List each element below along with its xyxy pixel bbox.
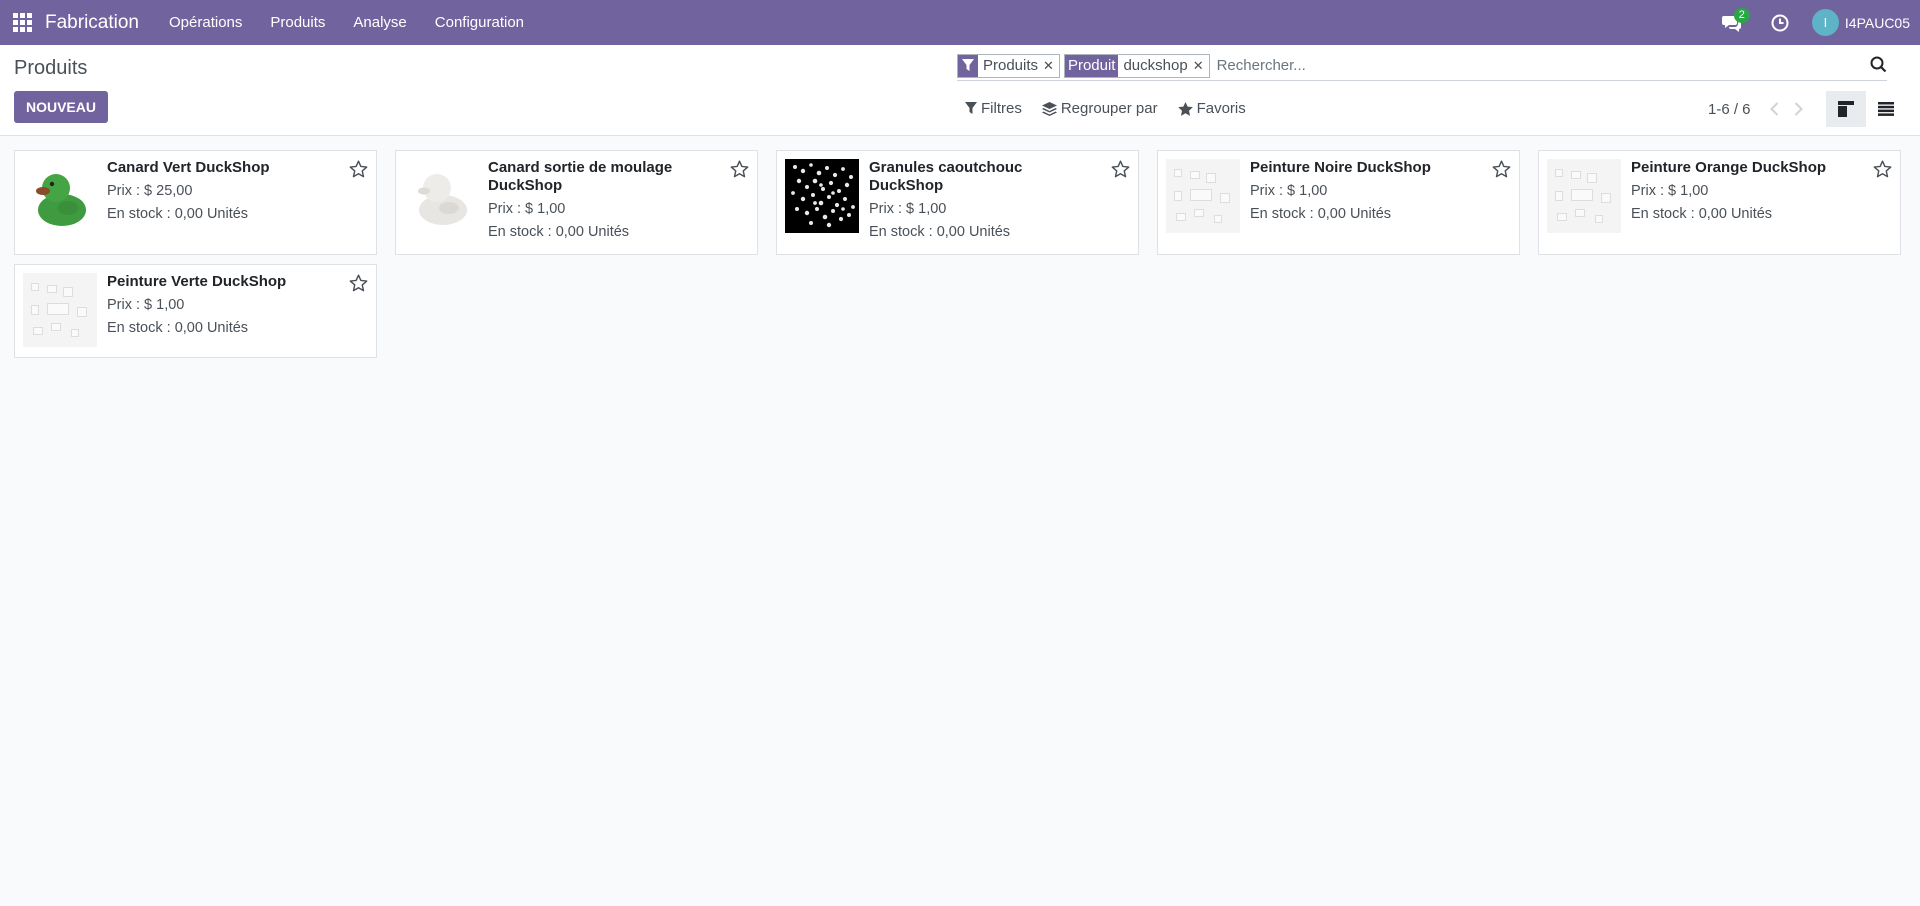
favorite-star-icon[interactable] [349, 160, 368, 182]
favorite-star-icon[interactable] [730, 160, 749, 182]
pager-value[interactable]: 1-6 / 6 [1708, 101, 1751, 118]
view-switcher [1826, 91, 1906, 127]
favorite-star-icon[interactable] [1492, 160, 1511, 182]
product-image-placeholder [23, 273, 97, 347]
group-by-button[interactable]: Regrouper par [1041, 100, 1158, 117]
product-image-white-duck [404, 159, 478, 233]
list-icon [1878, 102, 1894, 116]
product-image-placeholder [1547, 159, 1621, 233]
product-card[interactable]: Peinture Noire DuckShop Prix : $ 1,00 En… [1157, 150, 1520, 255]
messaging-button[interactable]: 2 [1714, 0, 1750, 45]
product-card[interactable]: Granules caoutchouc DuckShop Prix : $ 1,… [776, 150, 1139, 255]
new-button[interactable]: NOUVEAU [14, 91, 108, 123]
product-name: Peinture Orange DuckShop [1631, 159, 1827, 176]
favorites-label: Favoris [1196, 100, 1246, 117]
menu-analyse[interactable]: Analyse [339, 0, 420, 45]
pager-previous-icon[interactable] [1763, 99, 1787, 119]
product-card[interactable]: Peinture Verte DuckShop Prix : $ 1,00 En… [14, 264, 377, 358]
kanban-view-button[interactable] [1826, 91, 1866, 127]
search-options: Filtres Regrouper par Favoris [965, 100, 1266, 117]
avatar[interactable]: I [1811, 9, 1839, 36]
search-bar: Produits ✕ Produit duckshop ✕ [957, 51, 1887, 81]
search-icon[interactable] [1870, 56, 1887, 73]
search-facet-produit: Produit duckshop ✕ [1063, 53, 1210, 78]
kanban-icon [1838, 101, 1854, 117]
product-stock: En stock : 0,00 Unités [869, 224, 1011, 240]
layers-icon [1041, 101, 1057, 116]
facet-value: Produits [983, 57, 1039, 74]
product-card[interactable]: Canard Vert DuckShop Prix : $ 25,00 En s… [14, 150, 377, 255]
product-price: Prix : $ 25,00 [107, 183, 193, 199]
top-navbar: Fabrication Opérations Produits Analyse … [0, 0, 1920, 45]
page-title[interactable]: Produits [14, 57, 87, 80]
app-brand[interactable]: Fabrication [45, 12, 139, 34]
favorite-star-icon[interactable] [1873, 160, 1892, 182]
facet-remove-icon[interactable]: ✕ [1043, 58, 1059, 74]
product-price: Prix : $ 1,00 [1250, 183, 1328, 199]
product-stock: En stock : 0,00 Unités [107, 206, 249, 222]
list-view-button[interactable] [1866, 91, 1906, 127]
product-stock: En stock : 0,00 Unités [107, 320, 249, 336]
product-image-green-duck [23, 159, 97, 233]
product-name: Canard Vert DuckShop [107, 159, 270, 176]
product-name: Granules caoutchouc DuckShop [869, 159, 1023, 194]
pager: 1-6 / 6 [1708, 99, 1811, 119]
favorite-star-icon[interactable] [1111, 160, 1130, 182]
favorite-star-icon[interactable] [349, 274, 368, 296]
search-input[interactable] [1213, 53, 1887, 78]
apps-menu-icon[interactable] [0, 0, 45, 45]
product-price: Prix : $ 1,00 [1631, 183, 1709, 199]
product-price: Prix : $ 1,00 [107, 297, 185, 313]
menu-operations[interactable]: Opérations [155, 0, 256, 45]
product-name: Canard sortie de moulage DuckShop [488, 159, 673, 194]
product-image-placeholder [1166, 159, 1240, 233]
product-price: Prix : $ 1,00 [869, 201, 947, 217]
clock-icon [1771, 14, 1789, 31]
chat-count-badge: 2 [1733, 8, 1750, 23]
favorites-button[interactable]: Favoris [1177, 100, 1246, 117]
product-name: Peinture Noire DuckShop [1250, 159, 1431, 176]
menu-produits[interactable]: Produits [256, 0, 339, 45]
menu-configuration[interactable]: Configuration [421, 0, 538, 45]
product-stock: En stock : 0,00 Unités [488, 224, 630, 240]
facet-remove-icon[interactable]: ✕ [1193, 58, 1209, 74]
facet-label: Produit [1064, 54, 1119, 77]
product-image-granules [785, 159, 859, 233]
filter-icon [965, 102, 977, 114]
filter-icon [958, 54, 978, 77]
facet-value: duckshop [1123, 57, 1188, 74]
activity-button[interactable] [1762, 0, 1798, 45]
pager-next-icon[interactable] [1787, 99, 1811, 119]
product-price: Prix : $ 1,00 [488, 201, 566, 217]
product-name: Peinture Verte DuckShop [107, 273, 287, 290]
product-card[interactable]: Peinture Orange DuckShop Prix : $ 1,00 E… [1538, 150, 1901, 255]
control-panel: Produits NOUVEAU Produits ✕ Produit duck… [0, 45, 1920, 136]
filters-label: Filtres [981, 100, 1022, 117]
username[interactable]: I4PAUC05 [1845, 15, 1910, 31]
search-facet-filter: Produits ✕ [957, 53, 1060, 78]
star-icon [1177, 101, 1193, 116]
group-by-label: Regrouper par [1060, 100, 1158, 117]
product-card[interactable]: Canard sortie de moulage DuckShop Prix :… [395, 150, 758, 255]
product-stock: En stock : 0,00 Unités [1631, 206, 1773, 222]
product-stock: En stock : 0,00 Unités [1250, 206, 1392, 222]
filters-button[interactable]: Filtres [965, 100, 1022, 117]
